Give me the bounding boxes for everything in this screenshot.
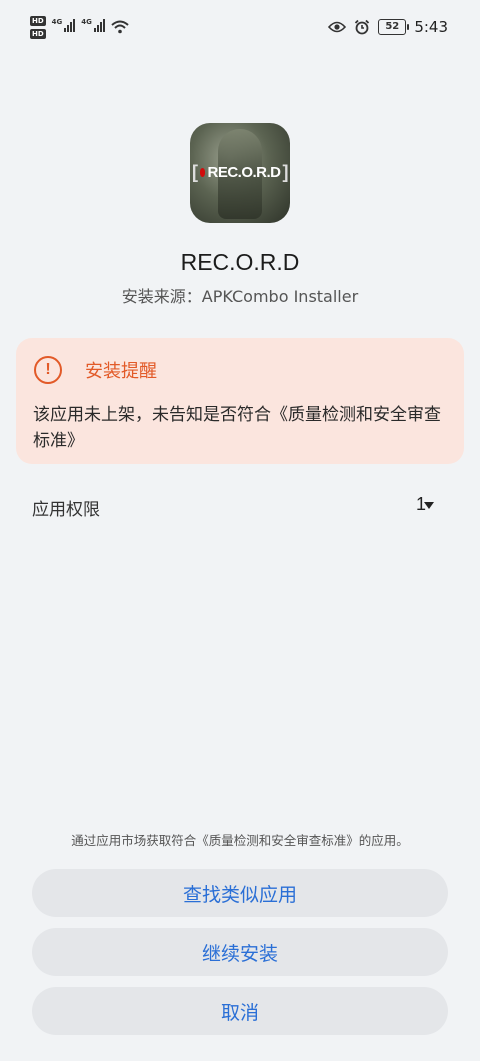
battery-icon: 52 [378,19,410,35]
status-left: HD HD 4G 4G [30,16,129,39]
signal-icon-2: 4G [81,18,105,32]
record-dot-icon [199,167,206,177]
sim2-network-type: 4G [81,18,92,26]
cancel-button[interactable]: 取消 [32,987,448,1035]
signal-icon: 4G [52,18,76,32]
hd-badge-1: HD [30,16,46,26]
hd-badge-2: HD [30,29,46,39]
alarm-icon [355,19,370,35]
status-bar: HD HD 4G 4G 52 5:43 [0,0,480,60]
clock: 5:43 [414,18,448,36]
permissions-label: 应用权限 [32,500,100,520]
app-icon-label: [ REC.O.R.D ] [192,161,288,182]
warning-body: 该应用未上架，未告知是否符合《质量检测和安全审查标准》 [33,405,441,451]
install-warning-card: ! 安装提醒 该应用未上架，未告知是否符合《质量检测和安全审查标准》 [16,338,464,464]
hd-indicators: HD HD [30,16,46,39]
eye-icon [328,21,347,33]
continue-install-button[interactable]: 继续安装 [32,928,448,976]
footer-note: 通过应用市场获取符合《质量检测和安全审查标准》的应用。 [71,833,409,848]
install-source: 安装来源：APKCombo Installer [121,287,359,306]
sim1-network-type: 4G [51,18,63,26]
app-icon-text: REC.O.R.D [207,163,281,181]
find-similar-apps-button[interactable]: 查找类似应用 [32,869,448,917]
permissions-row[interactable]: 应用权限 1 [16,484,464,528]
caret-down-icon[interactable] [424,502,434,509]
app-name: REC.O.R.D [180,249,300,275]
app-icon: [ REC.O.R.D ] [190,123,290,223]
status-right: 52 5:43 [328,18,448,36]
warning-icon: ! [34,356,62,384]
wifi-icon [111,20,129,34]
warning-title: 安装提醒 [85,361,157,382]
